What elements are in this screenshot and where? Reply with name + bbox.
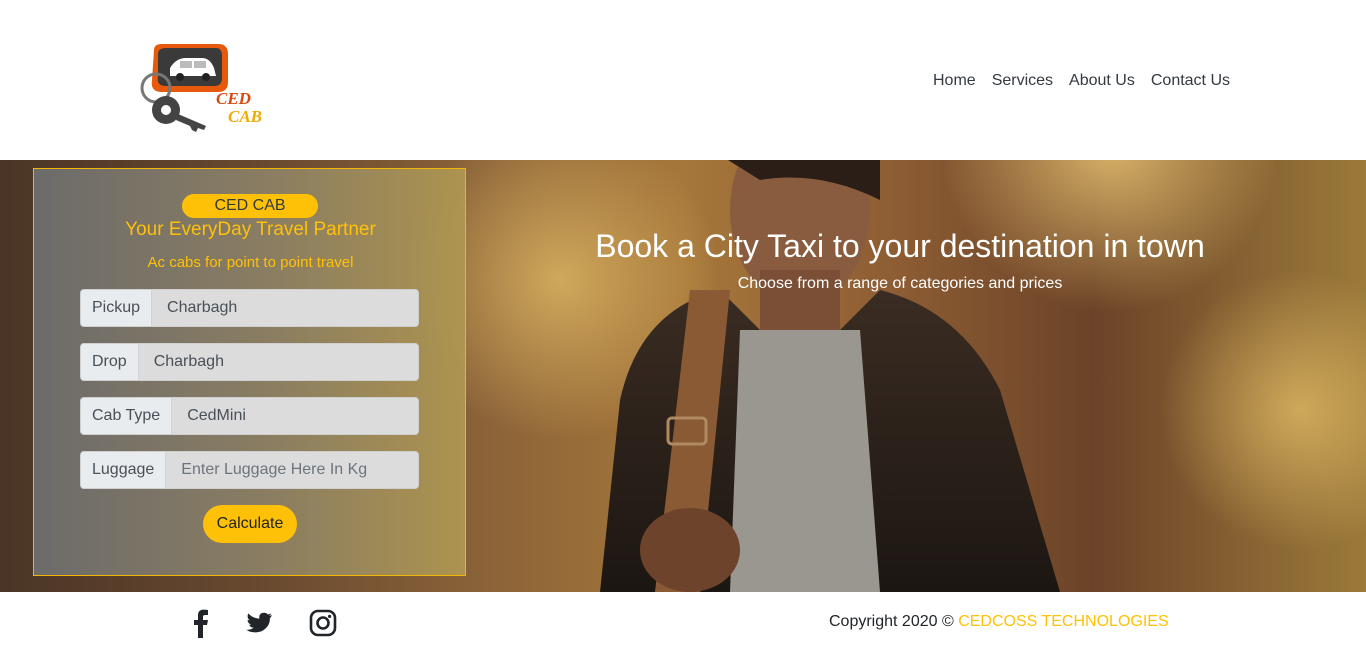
booking-tagline: Your EveryDay Travel Partner [125,219,376,240]
nav-about-link[interactable]: About Us [1069,70,1135,92]
copyright-brand-link[interactable]: CEDCOSS TECHNOLOGIES [958,613,1168,630]
main-nav: Home Services About Us Contact Us [933,70,1230,92]
booking-form: CED CAB Your EveryDay Travel Partner Ac … [33,168,466,576]
hero-section: Book a City Taxi to your destination in … [0,160,1366,592]
cab-type-label: Cab Type [81,398,173,434]
pickup-select[interactable]: Pickup Charbagh [80,289,419,327]
nav-contact-link[interactable]: Contact Us [1151,70,1230,92]
drop-value[interactable]: Charbagh [138,344,418,380]
luggage-input[interactable] [166,452,418,488]
calculate-button[interactable]: Calculate [203,505,297,543]
drop-select[interactable]: Drop Charbagh [80,343,419,381]
booking-subline: Ac cabs for point to point travel [147,254,354,271]
pickup-value[interactable]: Charbagh [152,290,418,326]
cab-type-select[interactable]: Cab Type CedMini [80,397,419,435]
svg-text:CAB: CAB [228,107,262,126]
copyright-text: Copyright 2020 © CEDCOSS TECHNOLOGIES [829,612,1169,632]
hero-subtitle: Choose from a range of categories and pr… [737,275,1063,292]
cedcab-logo[interactable]: CED CAB [136,42,276,134]
car-key-icon: CED CAB [140,44,262,132]
site-header: CED CAB Home Services About Us Contact U… [0,0,1366,160]
svg-text:CED: CED [216,89,251,108]
hero-title: Book a City Taxi to your destination in … [595,228,1205,264]
facebook-icon[interactable] [186,608,216,638]
brand-badge: CED CAB [182,194,318,218]
luggage-field: Luggage [80,451,419,489]
drop-label: Drop [81,344,139,380]
luggage-label: Luggage [81,452,167,488]
nav-services-link[interactable]: Services [992,70,1053,92]
copyright-prefix: Copyright 2020 © [829,613,954,630]
site-footer: Copyright 2020 © CEDCOSS TECHNOLOGIES [0,592,1366,654]
pickup-label: Pickup [81,290,153,326]
cab-type-value[interactable]: CedMini [172,398,418,434]
nav-home-link[interactable]: Home [933,70,976,92]
instagram-icon[interactable] [308,608,338,638]
twitter-icon[interactable] [244,608,274,638]
